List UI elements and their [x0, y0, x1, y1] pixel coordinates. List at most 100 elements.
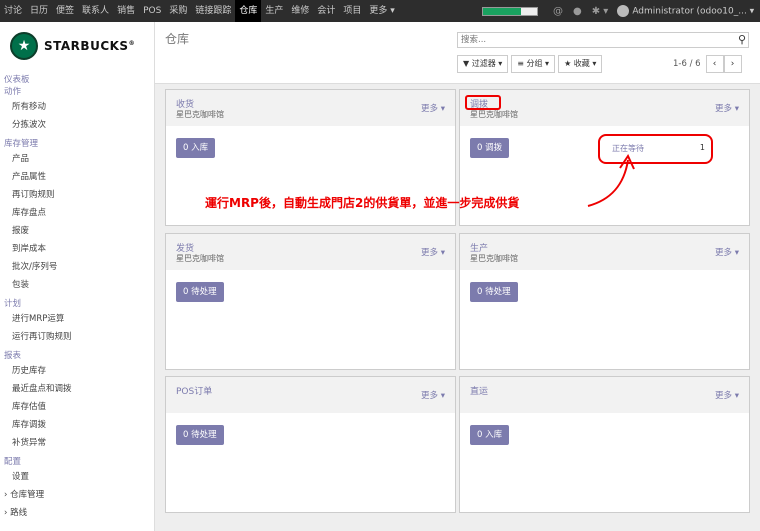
menu-notes[interactable]: 便签 — [52, 0, 78, 22]
sidebar-item-run-reordering[interactable]: 运行再订购规则 — [0, 328, 155, 346]
sidebar-section-reports: 报表 — [4, 351, 22, 361]
sidebar-item-routes[interactable]: › 路线 — [0, 504, 155, 522]
card-header: 调拨 星巴克咖啡馆 更多 ▾ — [460, 90, 749, 126]
group-by-button[interactable]: ≡ 分组 ▾ — [511, 55, 556, 73]
pager: 1-6 / 6 ‹ › — [673, 55, 742, 73]
card-header: 生产 星巴克咖啡馆 更多 ▾ — [460, 234, 749, 270]
sidebar-item-landed-costs[interactable]: 到岸成本 — [0, 240, 155, 258]
avatar — [617, 5, 630, 17]
user-name: Administrator (odoo10_... ▾ — [632, 6, 755, 17]
search-input[interactable] — [458, 33, 728, 47]
sidebar-item-product-attributes[interactable]: 产品属性 — [0, 168, 155, 186]
kanban-view: 收货 星巴克咖啡馆 更多 ▾ 0 入库 调拨 星巴克咖啡馆 更多 ▾ 0 调拨 … — [155, 84, 760, 531]
kanban-card-delivery: 发货 星巴克咖啡馆 更多 ▾ 0 待处理 — [165, 233, 456, 370]
sidebar-item-run-mrp[interactable]: 进行MRP运算 — [0, 310, 155, 328]
bug-icon[interactable]: ✱ ▾ — [592, 6, 609, 17]
search-icon[interactable]: ⚲ — [738, 33, 746, 47]
card-action-button[interactable]: 0 待处理 — [470, 282, 518, 302]
menu-more[interactable]: 更多 ▾ — [365, 0, 398, 22]
user-menu[interactable]: Administrator (odoo10_... ▾ — [617, 5, 754, 17]
sidebar-item-picking-waves[interactable]: 分拣波次 — [0, 116, 155, 134]
card-subtitle: 星巴克咖啡馆 — [176, 110, 224, 119]
menu-accounting[interactable]: 会计 — [313, 0, 339, 22]
menu-purchase[interactable]: 采购 — [165, 0, 191, 22]
chevron-left-icon: ‹ — [712, 59, 717, 69]
sidebar-item-inventory-adjustments[interactable]: 库存盘点 — [0, 204, 155, 222]
chat-icon[interactable]: ● — [573, 6, 582, 17]
card-more-menu[interactable]: 更多 ▾ — [715, 389, 739, 401]
sidebar-item-recent-moves[interactable]: 最近盘点和调拨 — [0, 380, 155, 398]
sidebar-item-warehouse-management[interactable]: › 仓库管理 — [0, 486, 155, 504]
progress-fill — [483, 7, 521, 15]
sidebar-item-stock-valuation[interactable]: 库存估值 — [0, 398, 155, 416]
sidebar-item-procurement-exceptions[interactable]: 补货异常 — [0, 434, 155, 452]
card-subtitle: 星巴克咖啡馆 — [470, 110, 518, 119]
sidebar-item-dashboard[interactable]: 仪表板 — [0, 74, 155, 86]
card-header: 直运 更多 ▾ — [460, 377, 749, 413]
search-box: ⚲ — [457, 32, 749, 48]
card-action-button[interactable]: 0 待处理 — [176, 425, 224, 445]
pager-previous-button[interactable]: ‹ — [705, 55, 724, 73]
card-more-menu[interactable]: 更多 ▾ — [421, 389, 445, 401]
card-action-button[interactable]: 0 调拨 — [470, 138, 510, 158]
sidebar-item-stock-moves[interactable]: 库存调拨 — [0, 416, 155, 434]
waiting-count: 1 — [699, 143, 705, 152]
menu-contacts[interactable]: 联系人 — [78, 0, 113, 22]
kanban-card-pos-orders: POS订单 更多 ▾ 0 待处理 — [165, 376, 456, 513]
at-icon[interactable]: @ — [553, 6, 563, 17]
menu-manufacturing[interactable]: 生产 — [261, 0, 287, 22]
chevron-right-icon: › — [730, 59, 735, 69]
card-more-menu[interactable]: 更多 ▾ — [421, 246, 445, 258]
search-toolbar: ▼ 过滤器 ▾ ≡ 分组 ▾ ★ 收藏 ▾ — [457, 55, 605, 73]
card-more-menu[interactable]: 更多 ▾ — [421, 102, 445, 114]
card-more-menu[interactable]: 更多 ▾ — [715, 102, 739, 114]
sidebar-item-settings[interactable]: 设置 — [0, 468, 155, 486]
annotation-arrow-icon — [587, 153, 635, 207]
page-title: 仓库 — [165, 32, 190, 46]
sidebar-item-all-moves[interactable]: 所有移动 — [0, 98, 155, 116]
kanban-card-dropship: 直运 更多 ▾ 0 入库 — [459, 376, 750, 513]
menu-project[interactable]: 项目 — [339, 0, 365, 22]
control-panel: 仓库 ⚲ ▼ 过滤器 ▾ ≡ 分组 ▾ ★ 收藏 ▾ 1-6 / 6 ‹ › — [155, 22, 760, 84]
brand-name: STARBUCKS® — [44, 39, 136, 53]
starbucks-siren-icon: ★ — [10, 32, 38, 60]
sidebar-section-actions: 动作 — [4, 87, 22, 97]
card-more-menu[interactable]: 更多 ▾ — [715, 246, 739, 258]
card-action-button[interactable]: 0 入库 — [470, 425, 510, 445]
menu-maintenance[interactable]: 维修 — [287, 0, 313, 22]
favorites-button[interactable]: ★ 收藏 ▾ — [558, 55, 603, 73]
card-action-button[interactable]: 0 入库 — [176, 138, 216, 158]
sidebar-item-scrap[interactable]: 报废 — [0, 222, 155, 240]
card-action-button[interactable]: 0 待处理 — [176, 282, 224, 302]
card-title[interactable]: 直运 — [470, 384, 488, 397]
pager-count[interactable]: 1-6 / 6 — [673, 59, 701, 69]
app-menu: 讨论 日历 便签 联系人 销售 POS 采购 链接跟踪 仓库 生产 维修 会计 … — [0, 0, 399, 22]
menu-pos[interactable]: POS — [139, 0, 165, 22]
topbar-right: @ ● ✱ ▾ Administrator (odoo10_... ▾ — [482, 0, 754, 22]
sidebar-nav: 仪表板 动作 所有移动 分拣波次 库存管理 产品 产品属性 再订购规则 库存盘点… — [0, 74, 155, 522]
progress-bar — [482, 6, 538, 16]
menu-link-tracker[interactable]: 链接跟踪 — [191, 0, 235, 22]
sidebar-item-stock-history[interactable]: 历史库存 — [0, 362, 155, 380]
company-logo[interactable]: ★ STARBUCKS® — [10, 32, 135, 60]
card-header: POS订单 更多 ▾ — [166, 377, 455, 413]
sidebar-item-lots-serials[interactable]: 批次/序列号 — [0, 258, 155, 276]
pager-next-button[interactable]: › — [723, 55, 742, 73]
menu-inventory[interactable]: 仓库 — [235, 0, 262, 22]
sidebar-item-packages[interactable]: 包装 — [0, 276, 155, 294]
sidebar-item-reorder-rules[interactable]: 再订购规则 — [0, 186, 155, 204]
menu-calendar[interactable]: 日历 — [26, 0, 52, 22]
card-header: 发货 星巴克咖啡馆 更多 ▾ — [166, 234, 455, 270]
card-subtitle: 星巴克咖啡馆 — [470, 254, 518, 263]
card-subtitle: 星巴克咖啡馆 — [176, 254, 224, 263]
sidebar-item-products[interactable]: 产品 — [0, 150, 155, 168]
menu-sales[interactable]: 销售 — [113, 0, 139, 22]
filters-button[interactable]: ▼ 过滤器 ▾ — [457, 55, 509, 73]
menu-discuss[interactable]: 讨论 — [0, 0, 26, 22]
card-title[interactable]: POS订单 — [176, 384, 212, 397]
top-navbar: 讨论 日历 便签 联系人 销售 POS 采购 链接跟踪 仓库 生产 维修 会计 … — [0, 0, 760, 22]
kanban-card-manufacturing: 生产 星巴克咖啡馆 更多 ▾ 0 待处理 — [459, 233, 750, 370]
sidebar-section-configuration: 配置 — [4, 457, 22, 467]
sidebar-section-planning: 计划 — [4, 299, 22, 309]
card-header: 收货 星巴克咖啡馆 更多 ▾ — [166, 90, 455, 126]
